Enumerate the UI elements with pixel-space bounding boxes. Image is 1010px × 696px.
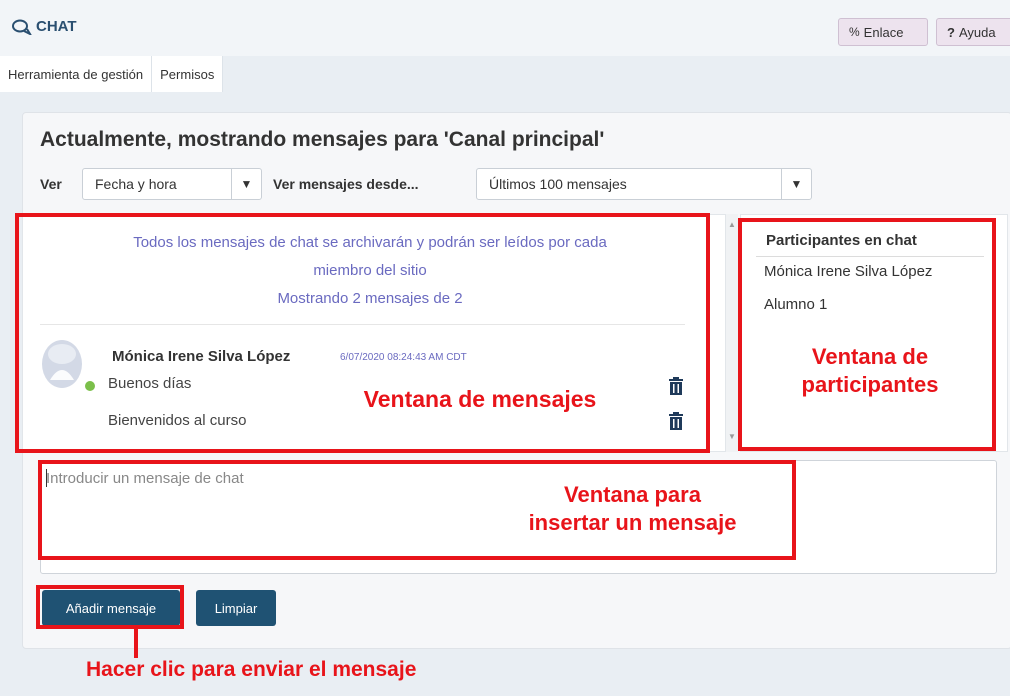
scroll-up-icon[interactable]: ▲ (728, 220, 736, 229)
from-select[interactable]: Últimos 100 mensajes ▼ (476, 168, 812, 200)
page-title: Actualmente, mostrando mensajes para 'Ca… (40, 128, 605, 151)
tool-title-label: CHAT (36, 18, 77, 35)
participants-window-annotation-2: participantes (801, 372, 939, 397)
annotation-pointer (134, 628, 138, 658)
from-label: Ver mensajes desde... (273, 176, 419, 192)
help-icon: ? (947, 24, 955, 40)
tab-permissions[interactable]: Permisos (152, 56, 224, 92)
view-label: Ver (40, 176, 62, 192)
link-icon: % (849, 25, 860, 39)
participants-window-highlight (738, 218, 996, 451)
add-button-highlight (36, 585, 184, 629)
tab-management[interactable]: Herramienta de gestión (0, 56, 153, 92)
messages-window-highlight (15, 213, 710, 453)
scroll-down-icon[interactable]: ▼ (728, 432, 736, 441)
tool-tabs: Herramienta de gestión Permisos (0, 56, 224, 92)
participants-window-annotation-1: Ventana de (811, 344, 929, 369)
clear-button[interactable]: Limpiar (196, 590, 276, 626)
view-select-value: Fecha y hora (95, 176, 177, 192)
dropdown-arrow-icon: ▼ (231, 169, 261, 199)
view-select[interactable]: Fecha y hora ▼ (82, 168, 262, 200)
chat-bubbles-icon (12, 19, 32, 35)
from-select-value: Últimos 100 mensajes (489, 176, 627, 192)
insert-window-annotation-2: insertar un mensaje (528, 510, 737, 535)
link-button[interactable]: % Enlace (838, 18, 928, 46)
messages-scrollbar[interactable]: ▲ ▼ (726, 214, 738, 452)
help-button-label: Ayuda (958, 24, 996, 40)
tool-title: CHAT (12, 18, 77, 35)
help-button[interactable]: ? Ayuda (936, 18, 1010, 46)
click-hint-annotation: Hacer clic para enviar el mensaje (86, 658, 417, 681)
insert-window-annotation-1: Ventana para (564, 482, 701, 507)
link-button-label: Enlace (863, 24, 904, 40)
dropdown-arrow-icon: ▼ (781, 169, 811, 199)
messages-window-annotation: Ventana de mensajes (363, 386, 597, 412)
